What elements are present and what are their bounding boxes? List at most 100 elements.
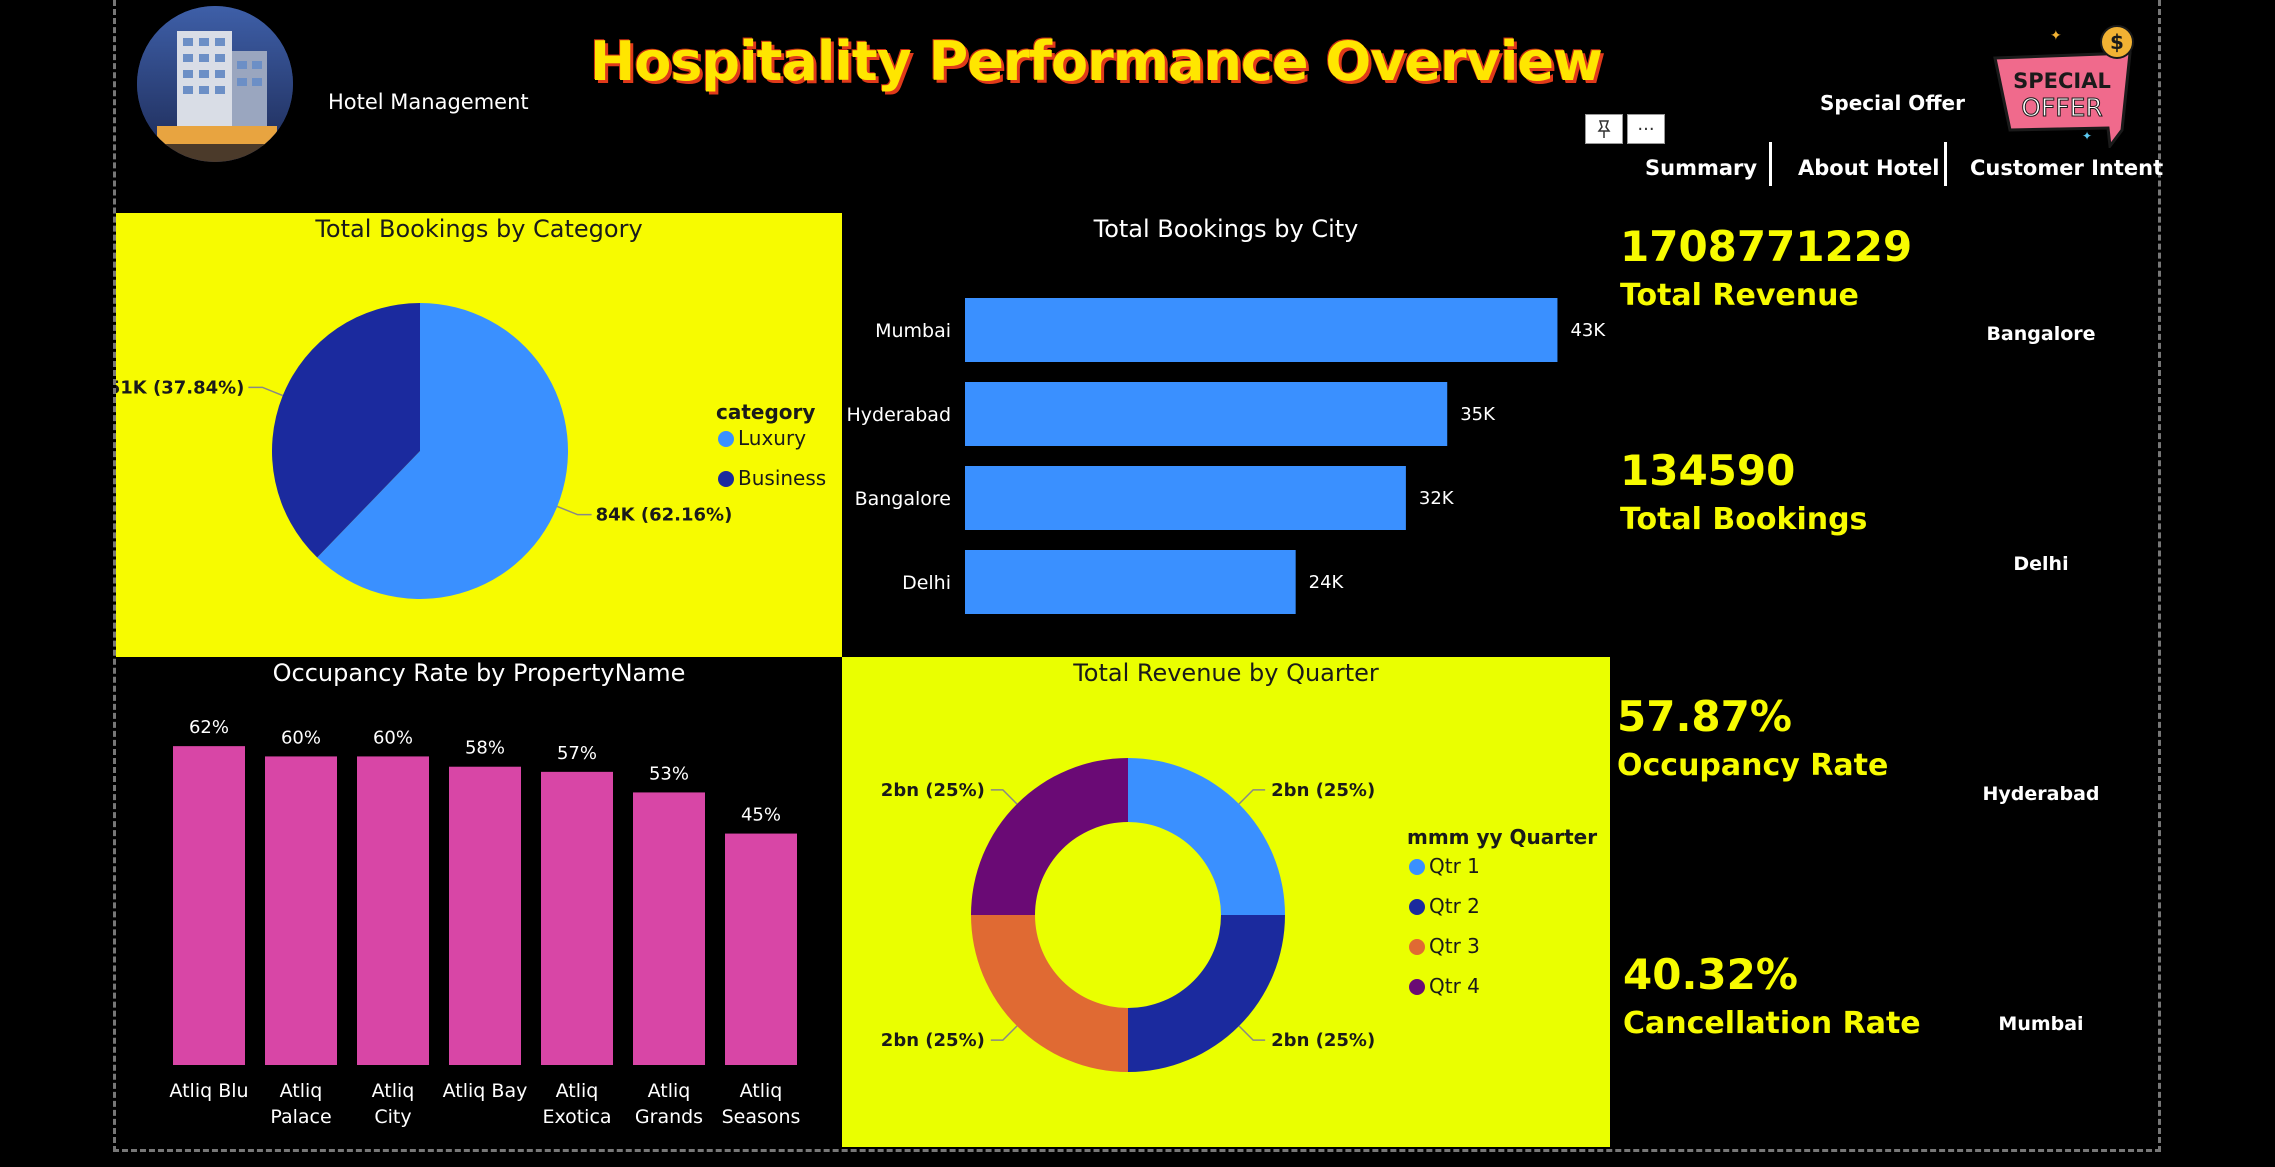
legend-swatch bbox=[1409, 899, 1425, 915]
tick-label: Delhi bbox=[902, 572, 951, 594]
tick-label: Mumbai bbox=[875, 320, 951, 342]
bookings-by-city-panel: Total Bookings by City Mumbai 43K Hyderaba… bbox=[842, 213, 1610, 657]
tick-label: Atliq bbox=[740, 1080, 783, 1102]
bar-atliq-palace[interactable] bbox=[265, 756, 337, 1065]
data-label: 60% bbox=[373, 727, 413, 748]
kpi-cancellation-label: Cancellation Rate bbox=[1623, 1006, 1921, 1041]
nav-about-hotel[interactable]: About Hotel bbox=[1798, 156, 1940, 180]
offer-badge-line1: SPECIAL bbox=[2013, 69, 2111, 93]
leader-line bbox=[556, 505, 592, 516]
tick-label: Bangalore bbox=[855, 488, 951, 510]
leader-line bbox=[1238, 1025, 1266, 1041]
hotel-logo bbox=[137, 6, 293, 162]
brand-label: Hotel Management bbox=[328, 90, 529, 114]
donut-slice-qtr-1[interactable] bbox=[1128, 758, 1285, 915]
leader-line bbox=[990, 1025, 1018, 1041]
nav-customer-intent[interactable]: Customer Intent bbox=[1970, 156, 2163, 180]
data-label: 43K bbox=[1570, 320, 1606, 341]
kpi-occupancy-value: 57.87% bbox=[1617, 692, 1792, 741]
legend-item[interactable]: Qtr 2 bbox=[1429, 894, 1480, 918]
tick-label: Atliq bbox=[280, 1080, 323, 1102]
kpi-total-revenue-label: Total Revenue bbox=[1620, 278, 1859, 313]
data-label: 84K (62.16%) bbox=[596, 505, 733, 526]
data-label: 24K bbox=[1309, 572, 1345, 593]
tick-label: Grands bbox=[635, 1106, 703, 1128]
legend-item[interactable]: Qtr 1 bbox=[1429, 854, 1480, 878]
tick-label: Atliq Bay bbox=[443, 1080, 528, 1102]
data-label: 2bn (25%) bbox=[881, 1030, 985, 1051]
bar-atliq-bay[interactable] bbox=[449, 766, 521, 1065]
tick-label: Atliq Blu bbox=[169, 1080, 248, 1102]
tick-label: Seasons bbox=[722, 1106, 801, 1128]
legend-item[interactable]: Qtr 3 bbox=[1429, 934, 1480, 958]
kpi-total-bookings-label: Total Bookings bbox=[1620, 502, 1868, 537]
data-label: 62% bbox=[189, 717, 229, 738]
data-label: 2bn (25%) bbox=[1271, 780, 1375, 801]
data-label: 53% bbox=[649, 763, 689, 784]
bar-mumbai[interactable] bbox=[965, 298, 1558, 362]
legend-swatch bbox=[718, 431, 734, 447]
legend-swatch bbox=[1409, 939, 1425, 955]
nav-divider bbox=[1769, 142, 1772, 186]
occupancy-bar-chart: 62% Atliq Blu 60% Atliq Palace 60% Atliq City 58… bbox=[169, 717, 801, 1128]
kpi-total-bookings-value: 134590 bbox=[1620, 446, 1796, 495]
donut-slice-qtr-3[interactable] bbox=[971, 915, 1128, 1072]
legend-swatch bbox=[718, 471, 734, 487]
data-label: 57% bbox=[557, 743, 597, 764]
more-options-icon[interactable]: ··· bbox=[1627, 114, 1665, 144]
kpi-occupancy-label: Occupancy Rate bbox=[1617, 748, 1889, 783]
legend-title: category bbox=[716, 400, 815, 424]
bar-delhi[interactable] bbox=[965, 550, 1296, 614]
data-label: 51K (37.84%) bbox=[116, 377, 244, 398]
nav-divider bbox=[1944, 142, 1947, 186]
quarter-donut-chart: 2bn (25%) 2bn (25%) 2bn (25%) 2bn (25%) mmm… bbox=[881, 758, 1597, 1072]
dashboard-title: Hospitality Performance Overview bbox=[590, 30, 1603, 93]
legend-title: mmm yy Quarter bbox=[1407, 825, 1597, 849]
legend-item[interactable]: Qtr 4 bbox=[1429, 974, 1480, 998]
pin-icon[interactable] bbox=[1585, 114, 1623, 144]
donut-slice-qtr-4[interactable] bbox=[971, 758, 1128, 915]
data-label: 58% bbox=[465, 738, 505, 759]
svg-text:$: $ bbox=[2110, 30, 2124, 54]
legend-swatch bbox=[1409, 859, 1425, 875]
tick-label: Atliq bbox=[648, 1080, 691, 1102]
data-label: 35K bbox=[1460, 404, 1496, 425]
tick-label: Exotica bbox=[542, 1106, 611, 1128]
data-label: 2bn (25%) bbox=[1271, 1030, 1375, 1051]
leader-line bbox=[990, 789, 1018, 805]
bar-atliq-city[interactable] bbox=[357, 756, 429, 1065]
city-slicer-delhi[interactable]: Delhi bbox=[1941, 553, 2141, 575]
legend-item[interactable]: Business bbox=[738, 466, 826, 490]
bar-atliq-blu[interactable] bbox=[173, 746, 245, 1065]
data-label: 2bn (25%) bbox=[881, 780, 985, 801]
offer-badge-line2: OFFER bbox=[2021, 93, 2103, 122]
svg-text:✦: ✦ bbox=[2050, 28, 2062, 44]
data-label: 45% bbox=[741, 805, 781, 826]
special-offer-label: Special Offer bbox=[1820, 91, 1965, 115]
nav-summary[interactable]: Summary bbox=[1645, 156, 1757, 180]
data-label: 60% bbox=[281, 727, 321, 748]
kpi-total-revenue-value: 1708771229 bbox=[1620, 222, 1913, 271]
tick-label: Atliq bbox=[372, 1080, 415, 1102]
leader-line bbox=[248, 386, 284, 397]
tick-label: City bbox=[374, 1106, 411, 1128]
data-label: 32K bbox=[1419, 488, 1455, 509]
special-offer-badge[interactable]: SPECIAL OFFER $ ✦ ✦ bbox=[1990, 18, 2140, 150]
tick-label: Palace bbox=[270, 1106, 331, 1128]
donut-slice-qtr-2[interactable] bbox=[1128, 915, 1285, 1072]
revenue-by-quarter-panel: Total Revenue by Quarter 2bn (25%) 2bn (2… bbox=[842, 657, 1610, 1147]
legend-swatch bbox=[1409, 979, 1425, 995]
city-slicer-hyderabad[interactable]: Hyderabad bbox=[1941, 783, 2141, 805]
bar-atliq-exotica[interactable] bbox=[541, 771, 613, 1065]
legend-item[interactable]: Luxury bbox=[738, 426, 806, 450]
tick-label: Hyderabad bbox=[847, 404, 952, 426]
kpi-cancellation-value: 40.32% bbox=[1623, 950, 1798, 999]
bar-bangalore[interactable] bbox=[965, 466, 1406, 530]
city-slicer-mumbai[interactable]: Mumbai bbox=[1941, 1013, 2141, 1035]
bar-hyderabad[interactable] bbox=[965, 382, 1448, 446]
bar-atliq-grands[interactable] bbox=[633, 792, 705, 1065]
bar-atliq-seasons[interactable] bbox=[725, 833, 797, 1065]
category-pie-chart: 84K (62.16%) 51K (37.84%) category Luxury… bbox=[116, 303, 826, 599]
city-slicer-bangalore[interactable]: Bangalore bbox=[1941, 323, 2141, 345]
city-bar-chart: Mumbai 43K Hyderabad 35K Bangalore 32K Delhi 24… bbox=[847, 298, 1606, 614]
